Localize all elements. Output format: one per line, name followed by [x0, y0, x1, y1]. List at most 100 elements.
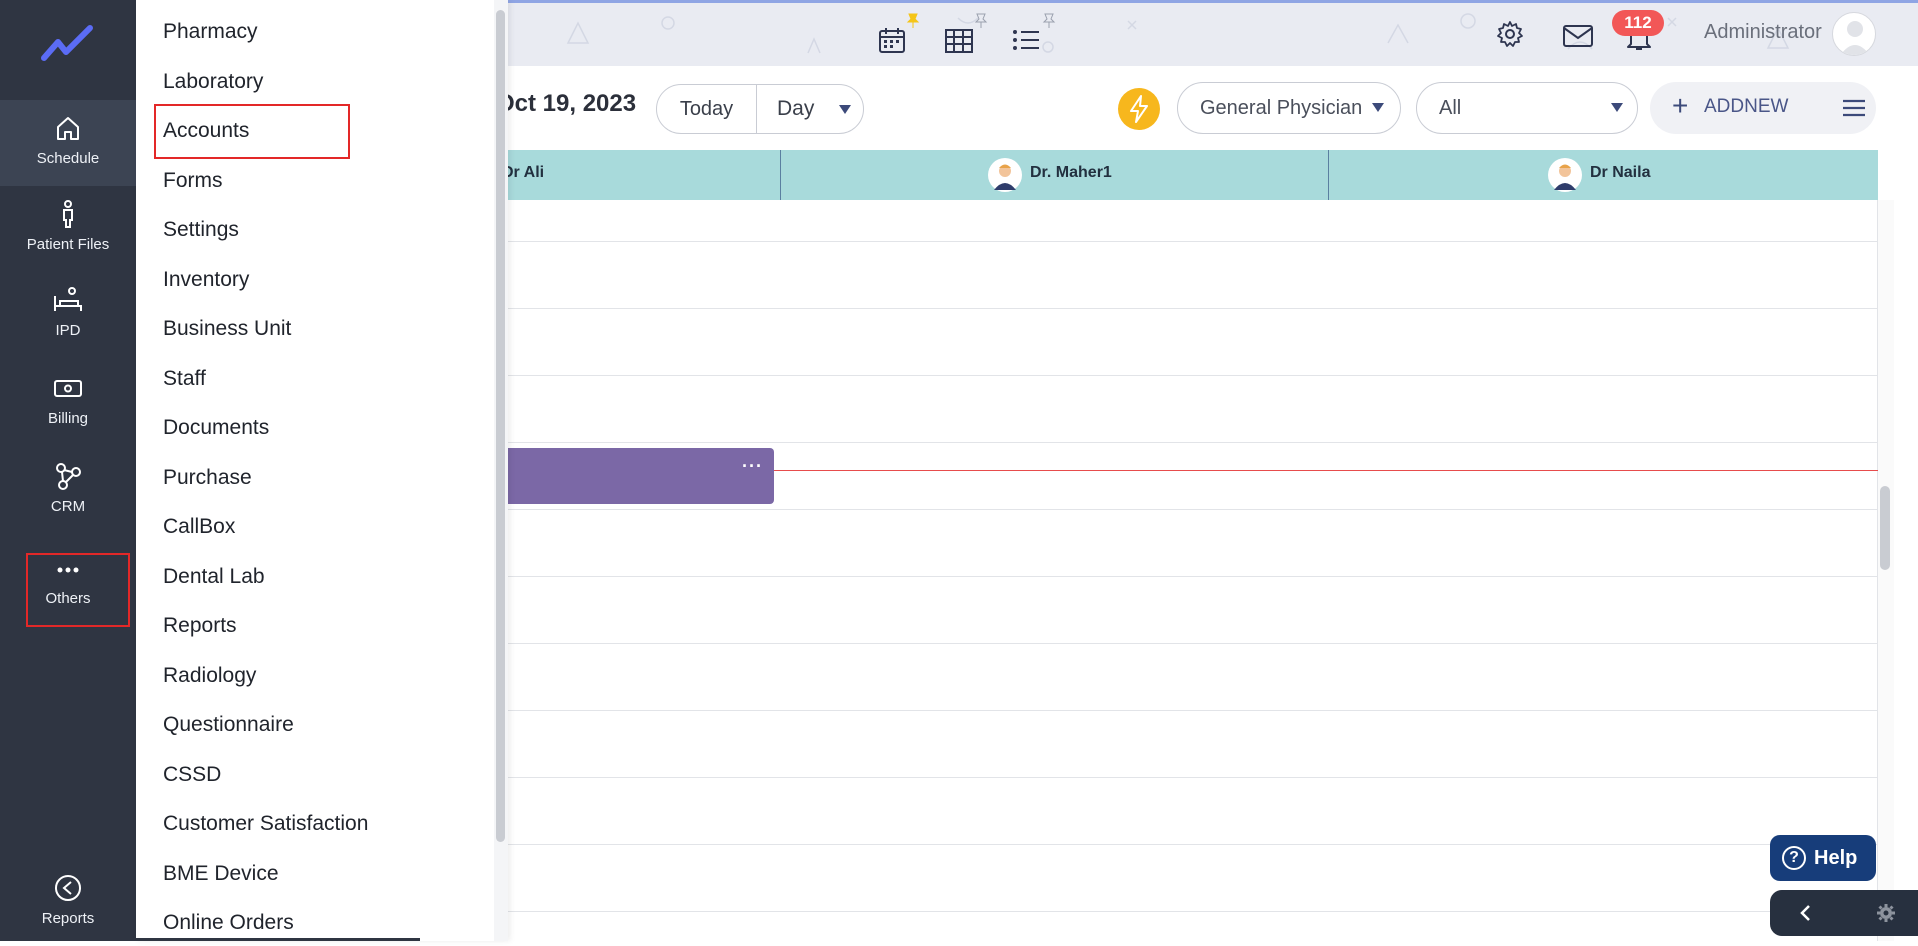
plus-icon: +: [1672, 90, 1689, 121]
chevron-left-circle-icon: [55, 875, 81, 901]
sidebar-item-billing[interactable]: Billing: [0, 360, 136, 446]
bed-icon: [54, 287, 82, 311]
user-silhouette-icon: [1840, 21, 1870, 55]
menu-item-radiology[interactable]: Radiology: [163, 664, 256, 688]
status-filter-value: All: [1439, 97, 1462, 119]
time-slot-line: [508, 844, 1878, 845]
current-time-indicator: [774, 470, 1878, 471]
avatar[interactable]: [1832, 12, 1876, 56]
doctor-header-row: [508, 150, 1878, 200]
cash-icon: [54, 380, 82, 397]
doctor-icon: [1554, 164, 1576, 190]
menu-item-reports[interactable]: Reports: [163, 614, 237, 638]
sidebar-item-schedule[interactable]: Schedule: [0, 100, 136, 186]
menu-item-customer-satisfaction[interactable]: Customer Satisfaction: [163, 812, 368, 836]
sidebar-item-label: Billing: [47, 410, 89, 427]
chevron-down-icon: [1372, 103, 1384, 112]
patient-icon: [63, 200, 73, 228]
menu-item-inventory[interactable]: Inventory: [163, 268, 249, 292]
help-button[interactable]: ? Help: [1770, 835, 1876, 881]
menu-scrollbar-thumb[interactable]: [496, 10, 505, 842]
doctor-column-dr-ali[interactable]: Dr Ali: [502, 164, 544, 182]
physician-filter[interactable]: General Physician: [1177, 82, 1401, 134]
network-icon: [56, 463, 81, 490]
time-slot-line: [508, 442, 1878, 443]
app-logo[interactable]: [40, 24, 96, 64]
user-name[interactable]: Administrator: [1704, 21, 1822, 44]
table-grid-icon[interactable]: [944, 28, 974, 54]
hamburger-menu-icon[interactable]: [1842, 98, 1866, 118]
sidebar-item-reports[interactable]: Reports: [0, 860, 136, 946]
menu-item-laboratory[interactable]: Laboratory: [163, 70, 263, 94]
doctor-avatar: [988, 158, 1022, 192]
column-divider: [1328, 150, 1329, 200]
accounts-highlight-box: [154, 104, 350, 159]
add-new-button[interactable]: + ADDNEW: [1650, 82, 1876, 134]
schedule-scrollbar-thumb[interactable]: [1880, 486, 1890, 570]
column-divider: [780, 150, 781, 200]
add-new-label: ADDNEW: [1704, 96, 1789, 117]
menu-item-forms[interactable]: Forms: [163, 169, 223, 193]
sidebar-item-label: Reports: [41, 910, 95, 927]
menu-item-online-orders[interactable]: Online Orders: [163, 911, 294, 935]
question-icon: ?: [1782, 846, 1806, 870]
time-slot-line: [508, 509, 1878, 510]
doctor-column-dr-naila[interactable]: Dr Naila: [1590, 164, 1650, 182]
physician-filter-value: General Physician: [1200, 97, 1363, 119]
mini-control-bar: [1770, 890, 1918, 936]
menu-item-callbox[interactable]: CallBox: [163, 515, 235, 539]
help-label: Help: [1814, 847, 1858, 869]
lightning-icon: [1130, 95, 1148, 123]
calendar-icon[interactable]: [878, 26, 906, 54]
menu-item-staff[interactable]: Staff: [163, 367, 206, 391]
pin-icon[interactable]: [974, 13, 988, 29]
menu-item-cssd[interactable]: CSSD: [163, 763, 221, 787]
today-button[interactable]: Today: [657, 85, 757, 133]
sidebar-item-label: CRM: [50, 498, 86, 515]
schedule-scrollbar[interactable]: [1878, 200, 1894, 941]
time-slot-line: [508, 911, 1878, 912]
time-slot-line: [508, 576, 1878, 577]
appointment-block[interactable]: ···: [508, 448, 774, 504]
doctor-icon: [994, 164, 1016, 190]
date-view-controls: Today Day: [656, 84, 864, 134]
menu-item-settings[interactable]: Settings: [163, 218, 239, 242]
sidebar-item-ipd[interactable]: IPD: [0, 272, 136, 358]
gear-icon[interactable]: [1496, 20, 1524, 48]
chevron-down-icon: [839, 105, 851, 114]
view-select[interactable]: Day: [777, 85, 837, 133]
chevron-left-icon[interactable]: [1798, 904, 1812, 922]
time-slot-line: [508, 643, 1878, 644]
doctor-avatar: [1548, 158, 1582, 192]
gear-icon[interactable]: [1876, 903, 1896, 923]
status-filter[interactable]: All: [1416, 82, 1638, 134]
sidebar-item-label: IPD: [55, 322, 81, 339]
list-icon[interactable]: [1012, 28, 1040, 52]
menu-item-business-unit[interactable]: Business Unit: [163, 317, 291, 341]
time-slot-line: [508, 710, 1878, 711]
sidebar-item-label: Patient Files: [26, 236, 110, 253]
time-slot-line: [508, 375, 1878, 376]
time-slot-line: [508, 241, 1878, 242]
menu-item-pharmacy[interactable]: Pharmacy: [163, 20, 258, 44]
sidebar-item-crm[interactable]: CRM: [0, 448, 136, 534]
pin-icon[interactable]: [1042, 13, 1056, 29]
doctor-column-dr-maher1[interactable]: Dr. Maher1: [1030, 164, 1112, 182]
sidebar-item-patient-files[interactable]: Patient Files: [0, 186, 136, 272]
current-date: Oct 19, 2023: [496, 90, 637, 117]
home-icon: [57, 117, 79, 140]
mail-icon[interactable]: [1562, 24, 1594, 48]
main-sidebar: Schedule Patient Files IPD Billing CRM O…: [0, 0, 136, 941]
menu-item-questionnaire[interactable]: Questionnaire: [163, 713, 294, 737]
chevron-down-icon: [1611, 103, 1623, 112]
time-slot-line: [508, 777, 1878, 778]
notification-badge[interactable]: 112: [1612, 10, 1664, 36]
others-highlight-box: [26, 553, 130, 627]
menu-item-purchase[interactable]: Purchase: [163, 466, 252, 490]
appointment-menu-icon[interactable]: ···: [742, 456, 763, 477]
quick-action-button[interactable]: [1118, 88, 1160, 130]
menu-item-dental-lab[interactable]: Dental Lab: [163, 565, 265, 589]
pin-active-icon[interactable]: [906, 13, 920, 29]
menu-item-bme-device[interactable]: BME Device: [163, 862, 279, 886]
menu-item-documents[interactable]: Documents: [163, 416, 269, 440]
